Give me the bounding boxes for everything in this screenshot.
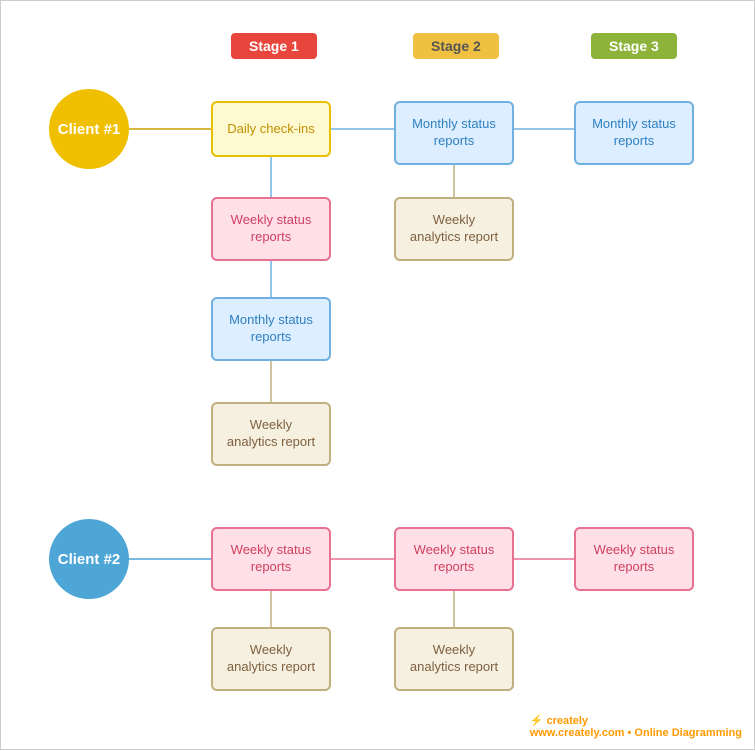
daily-checkins[interactable]: Daily check-ins	[211, 101, 331, 157]
weekly-status-c2-s2[interactable]: Weekly status reports	[394, 527, 514, 591]
weekly-status-c2-s1[interactable]: Weekly status reports	[211, 527, 331, 591]
monthly-status-1[interactable]: Monthly status reports	[211, 297, 331, 361]
monthly-status-s3[interactable]: Monthly status reports	[574, 101, 694, 165]
weekly-analytics-c2-s1[interactable]: Weekly analytics report	[211, 627, 331, 691]
stage3-label: Stage 3	[591, 33, 677, 59]
weekly-status-c2-s3[interactable]: Weekly status reports	[574, 527, 694, 591]
brand-name: ⚡ creately	[530, 715, 588, 727]
weekly-analytics-s2[interactable]: Weekly analytics report	[394, 197, 514, 261]
client1: Client #1	[49, 89, 129, 169]
watermark: ⚡ creately www.creately.com • Online Dia…	[530, 714, 742, 739]
weekly-analytics-1[interactable]: Weekly analytics report	[211, 402, 331, 466]
weekly-status-1[interactable]: Weekly status reports	[211, 197, 331, 261]
monthly-status-s2[interactable]: Monthly status reports	[394, 101, 514, 165]
stage1-label: Stage 1	[231, 33, 317, 59]
stage2-label: Stage 2	[413, 33, 499, 59]
client2: Client #2	[49, 519, 129, 599]
weekly-analytics-c2-s2[interactable]: Weekly analytics report	[394, 627, 514, 691]
brand-url: www.creately.com • Online Diagramming	[530, 727, 742, 739]
